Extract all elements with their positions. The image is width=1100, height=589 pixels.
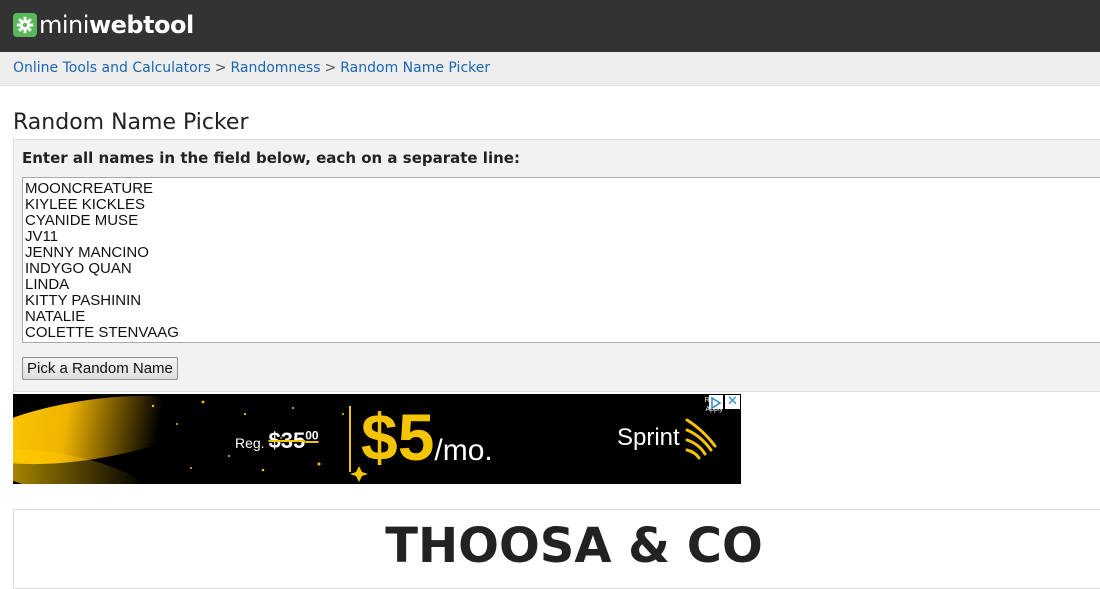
logo-suffix: webtool <box>88 11 194 39</box>
ad-reg-label: Reg. <box>235 435 265 451</box>
page-title: Random Name Picker <box>13 110 249 135</box>
breadcrumb: Online Tools and Calculators > Randomness >… <box>13 52 490 85</box>
logo-text: miniwebtool <box>39 11 194 39</box>
site-header: miniwebtool <box>0 0 1100 52</box>
ad-old-price-cents: 00 <box>305 428 319 443</box>
breadcrumb-separator: > <box>214 60 227 76</box>
adchoices-icon[interactable] <box>709 395 723 410</box>
ad-old-price-whole: 35 <box>280 428 306 453</box>
names-instruction: Enter all names in the field below, each… <box>22 149 520 167</box>
ad-close-button[interactable]: ✕ <box>725 395 740 409</box>
names-textarea[interactable] <box>22 177 1100 343</box>
ad-price-suffix: /mo. <box>434 434 493 467</box>
gear-icon <box>13 13 37 37</box>
breadcrumb-bar: Online Tools and Calculators > Randomness >… <box>0 52 1100 86</box>
ad-price-amount: $5 <box>361 400 435 474</box>
ad-regular-price: Reg. $3500 <box>235 428 319 454</box>
ad-promo-price: $5/mo. <box>361 400 493 484</box>
ad-brand-name: Sprint <box>617 424 680 451</box>
ad-old-price: $3500 <box>268 428 318 453</box>
pick-random-name-button[interactable]: Pick a Random Name <box>22 357 178 380</box>
breadcrumb-separator: > <box>324 60 337 76</box>
ad-old-price-symbol: $ <box>268 428 281 453</box>
tool-panel: Enter all names in the field below, each… <box>13 139 1100 392</box>
ad-divider <box>349 406 351 472</box>
breadcrumb-link-random-name-picker[interactable]: Random Name Picker <box>340 60 490 76</box>
breadcrumb-link-randomness[interactable]: Randomness <box>230 60 320 76</box>
sprint-logo-icon <box>685 418 717 460</box>
result-card: THOOSA & CO <box>13 509 1100 589</box>
ad-banner[interactable]: Reg. $3500 $5/mo. Sprint Restri Apply ✕ <box>13 394 741 484</box>
site-logo[interactable]: miniwebtool <box>13 11 194 39</box>
breadcrumb-link-online-tools[interactable]: Online Tools and Calculators <box>13 60 211 76</box>
picked-name: THOOSA & CO <box>385 518 763 574</box>
logo-prefix: mini <box>39 11 89 39</box>
